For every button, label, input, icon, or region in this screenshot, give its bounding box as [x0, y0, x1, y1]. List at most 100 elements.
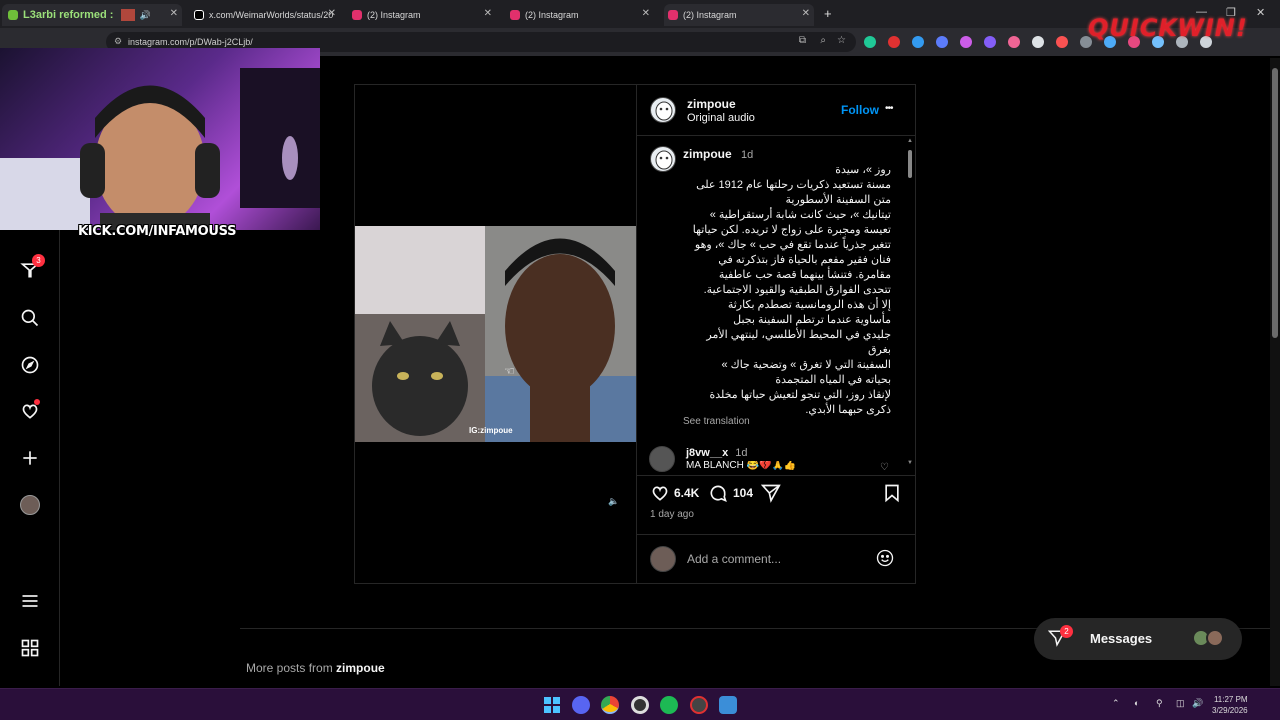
caption-line: فنان فقير مفعم بالحياة فاز بتذكرته في	[718, 254, 891, 266]
close-tab-icon[interactable]: ✕	[642, 8, 650, 19]
app-icon[interactable]	[690, 696, 708, 714]
close-tab-icon[interactable]: ✕	[170, 8, 178, 19]
close-tab-icon[interactable]: ✕	[802, 8, 810, 19]
extension-icon[interactable]	[936, 36, 948, 48]
comment-like-icon[interactable]: ♡	[880, 462, 889, 473]
see-translation-link[interactable]: See translation	[683, 416, 750, 427]
site-info-icon[interactable]: ⚙	[114, 36, 122, 47]
discord-icon[interactable]	[572, 696, 590, 714]
tab-label: (2) Instagram	[367, 10, 421, 20]
extension-icon[interactable]	[888, 36, 900, 48]
extension-icon[interactable]	[960, 36, 972, 48]
caption-line: بحياته في المياه المتجمدة	[775, 374, 891, 386]
caption-time: 1d	[741, 149, 754, 161]
search-icon[interactable]	[18, 306, 42, 330]
save-icon[interactable]	[882, 483, 902, 508]
commenter-avatar[interactable]	[649, 446, 675, 472]
close-tab-icon[interactable]: ✕	[328, 8, 336, 19]
mute-icon[interactable]: 🔈	[608, 496, 619, 507]
webcam-overlay	[0, 48, 320, 230]
tab-instagram-active[interactable]: (2) Instagram ✕	[664, 4, 814, 26]
more-posts-username[interactable]: zimpoue	[336, 661, 385, 675]
add-comment-input[interactable]: Add a comment...	[687, 552, 781, 566]
clock-time: 11:27 PM	[1213, 695, 1248, 704]
extension-icon[interactable]	[1032, 36, 1044, 48]
author-username[interactable]: zimpoue	[687, 97, 736, 111]
divider	[636, 475, 915, 476]
app-icon[interactable]	[719, 696, 737, 714]
zoom-icon[interactable]: ⌕	[820, 35, 826, 46]
caption-line: السفينة التي لا تغرق » وتضحية جاك »	[721, 359, 891, 371]
tab-instagram[interactable]: (2) Instagram ✕	[506, 4, 654, 26]
like-icon[interactable]	[650, 483, 670, 508]
caption-scrollbar[interactable]: ▲ ▼	[907, 138, 913, 468]
audio-label[interactable]: Original audio	[687, 112, 755, 124]
bookmark-star-icon[interactable]: ☆	[837, 35, 846, 46]
messages-label: Messages	[1090, 631, 1153, 646]
emoji-icon[interactable]	[875, 548, 895, 573]
extension-icon[interactable]	[1008, 36, 1020, 48]
comment-time: 1d	[735, 447, 748, 459]
caption-username[interactable]: zimpoue	[683, 147, 732, 161]
tray-app-icon[interactable]: ⚲	[1156, 698, 1163, 709]
profile-icon[interactable]	[18, 493, 42, 517]
contact-avatar	[1206, 629, 1224, 647]
extension-icon[interactable]	[912, 36, 924, 48]
caption-avatar[interactable]	[650, 146, 676, 172]
extension-icon[interactable]	[1056, 36, 1068, 48]
tab-x[interactable]: x.com/WeimarWorlds/status/20 ✕	[190, 4, 340, 26]
caption-text: روز »، سيدة مسنة تستعيد ذكريات رحلتها عا…	[683, 163, 891, 418]
more-options-icon[interactable]: •••	[885, 103, 893, 114]
explore-icon[interactable]	[18, 353, 42, 377]
new-tab-button[interactable]: +	[824, 6, 832, 21]
windows-taskbar: ⌃ ◐ ⚲ ◫ 🔊 11:27 PM 3/29/2026	[0, 688, 1280, 720]
menu-icon[interactable]	[18, 589, 42, 613]
comment-username[interactable]: j8vw__x	[686, 447, 728, 459]
tab-label: x.com/WeimarWorlds/status/20	[209, 10, 334, 20]
notification-badge: 3	[32, 254, 45, 267]
page-scrollbar[interactable]	[1270, 58, 1280, 686]
notification-dot	[34, 399, 40, 405]
caption-line: متن السفينة الأسطورية	[785, 194, 891, 206]
more-posts-heading: More posts from zimpoue	[246, 661, 385, 675]
tray-chevron-icon[interactable]: ⌃	[1112, 698, 1120, 709]
audio-icon[interactable]: 🔊	[139, 10, 150, 21]
reels-icon[interactable]: 3	[18, 254, 45, 282]
close-tab-icon[interactable]: ✕	[484, 8, 492, 19]
tab-instagram[interactable]: (2) Instagram ✕	[348, 4, 496, 26]
x-favicon-icon	[194, 10, 204, 20]
caption-line: مأساوية عندما ترتطم السفينة بجبل	[733, 314, 891, 326]
comment-icon[interactable]	[708, 483, 728, 508]
apps-icon[interactable]	[18, 636, 42, 660]
tab-thumbnail-icon	[121, 9, 136, 21]
network-icon[interactable]: ◫	[1176, 698, 1185, 709]
instagram-favicon-icon	[510, 10, 520, 20]
spotify-icon[interactable]	[660, 696, 678, 714]
close-window-icon[interactable]: ✕	[1256, 6, 1265, 19]
tab-kick[interactable]: L3arbi reformed : 🔊 ✕	[2, 4, 182, 26]
heart-icon[interactable]	[18, 399, 42, 423]
volume-icon[interactable]: 🔊	[1192, 698, 1203, 709]
video-frame	[355, 226, 636, 442]
like-count[interactable]: 6.4K	[674, 486, 699, 500]
share-icon[interactable]	[760, 483, 781, 508]
extension-icon[interactable]	[984, 36, 996, 48]
tray-app-icon[interactable]: ◐	[1134, 698, 1139, 708]
clock[interactable]: 11:27 PM 3/29/2026	[1212, 694, 1248, 716]
instagram-favicon-icon	[668, 10, 678, 20]
obs-icon[interactable]	[631, 696, 649, 714]
caption-line: إلا أن هذه الرومانسية تصطدم بكارثة	[727, 299, 891, 311]
tab-label: (2) Instagram	[683, 10, 737, 20]
comment-count[interactable]: 104	[733, 486, 753, 500]
install-icon[interactable]: ⧉	[799, 35, 806, 46]
extension-icon[interactable]	[864, 36, 876, 48]
windows-start-icon[interactable]	[543, 696, 561, 714]
chrome-icon[interactable]	[601, 696, 619, 714]
author-avatar[interactable]	[650, 97, 676, 123]
messages-button[interactable]: 2 Messages	[1034, 618, 1242, 660]
follow-button[interactable]: Follow	[841, 103, 879, 117]
caption-line: جليدي في المحيط الأطلسي، لينتهي الأمر	[706, 329, 891, 341]
video-watermark: IG:zimpoue	[469, 426, 513, 435]
post-video[interactable]: IG:zimpoue 🔈	[355, 85, 636, 583]
create-icon[interactable]	[18, 446, 42, 470]
